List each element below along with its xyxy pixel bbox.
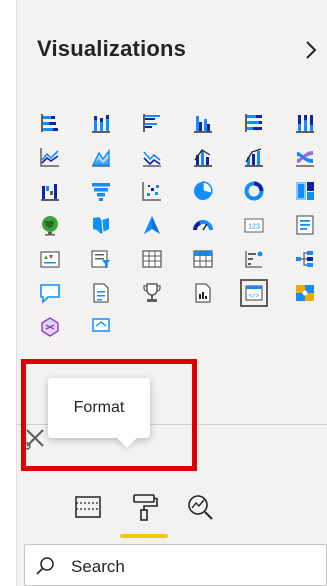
html-content-visual-icon[interactable]: </>: [228, 276, 279, 310]
pie-chart-icon[interactable]: [177, 174, 228, 208]
visual-row: [24, 174, 327, 208]
visual-row: </>: [24, 276, 327, 310]
100-stacked-column-chart-icon[interactable]: [279, 106, 327, 140]
matrix-icon[interactable]: [177, 242, 228, 276]
search-icon: [36, 557, 54, 575]
card-icon[interactable]: 123: [228, 208, 279, 242]
visual-row: 123: [24, 208, 327, 242]
slicer-icon[interactable]: [75, 242, 126, 276]
gauge-icon[interactable]: [177, 208, 228, 242]
format-visual-tab[interactable]: [114, 478, 174, 538]
donut-chart-icon[interactable]: [228, 174, 279, 208]
stacked-area-chart-icon[interactable]: [126, 140, 177, 174]
100-stacked-bar-chart-icon[interactable]: [228, 106, 279, 140]
search-box[interactable]: [24, 544, 327, 586]
treemap-icon[interactable]: [279, 174, 327, 208]
line-chart-icon[interactable]: [24, 140, 75, 174]
ribbon-chart-icon[interactable]: [279, 140, 327, 174]
metrics-icon[interactable]: [126, 276, 177, 310]
kpi-icon[interactable]: [24, 242, 75, 276]
waterfall-chart-icon[interactable]: [24, 174, 75, 208]
area-chart-icon[interactable]: [75, 140, 126, 174]
visual-row: [24, 140, 327, 174]
chevron-right-icon[interactable]: [300, 38, 322, 62]
pane-title: Visualizations: [37, 36, 187, 61]
visual-row: [24, 310, 327, 344]
filled-map-icon[interactable]: [75, 208, 126, 242]
stacked-column-chart-icon[interactable]: [75, 106, 126, 140]
build-visual-tab[interactable]: [58, 478, 118, 536]
search-input[interactable]: [69, 553, 313, 581]
analytics-magnifier-icon: [188, 495, 213, 520]
paginated-report-icon[interactable]: [177, 276, 228, 310]
highlight-box: [21, 359, 197, 471]
svg-text:</>: </>: [248, 293, 259, 300]
svg-text:123: 123: [248, 224, 260, 231]
smart-narrative-icon[interactable]: [75, 276, 126, 310]
funnel-icon[interactable]: [75, 174, 126, 208]
azure-map-icon[interactable]: [126, 208, 177, 242]
map-icon[interactable]: [24, 208, 75, 242]
table-icon[interactable]: [126, 242, 177, 276]
custom-visual-3-icon[interactable]: [75, 310, 126, 344]
fields-well-icon: [75, 496, 101, 518]
key-influencers-icon[interactable]: [228, 242, 279, 276]
decomposition-tree-icon[interactable]: [279, 242, 327, 276]
analytics-tab[interactable]: [170, 478, 230, 536]
visual-row: [24, 242, 327, 276]
line-and-stacked-column-chart-icon[interactable]: [177, 140, 228, 174]
custom-visual-2-icon[interactable]: [24, 310, 75, 344]
scatter-chart-icon[interactable]: [126, 174, 177, 208]
stacked-bar-chart-icon[interactable]: [24, 106, 75, 140]
multi-row-card-icon[interactable]: [279, 208, 327, 242]
line-and-clustered-column-chart-icon[interactable]: [228, 140, 279, 174]
clustered-bar-chart-icon[interactable]: [126, 106, 177, 140]
custom-visual-icon[interactable]: [279, 276, 327, 310]
visual-gallery: 123 </>: [24, 106, 327, 344]
paint-roller-icon: [133, 494, 158, 521]
pane-tabs: [16, 478, 327, 538]
visual-row: [24, 106, 327, 140]
qa-icon[interactable]: [24, 276, 75, 310]
clustered-column-chart-icon[interactable]: [177, 106, 228, 140]
